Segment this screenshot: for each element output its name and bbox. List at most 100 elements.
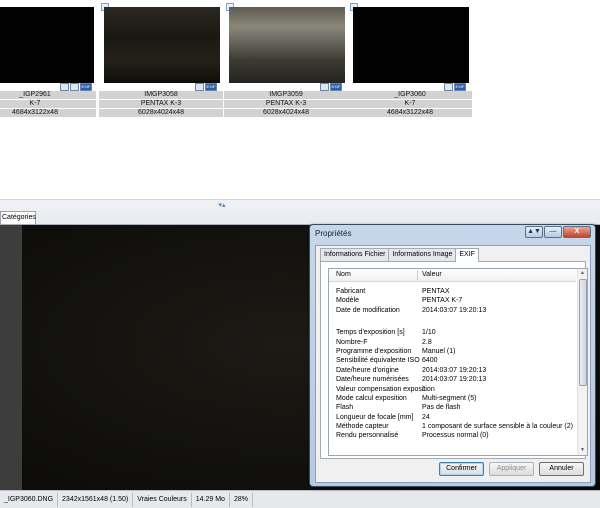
thumbnail-model: PENTAX K-3 — [224, 100, 348, 108]
dialog-title: Propriétés — [315, 229, 352, 238]
thumbnail-size: 4684x3122x48 — [348, 109, 472, 117]
scrollbar-thumb[interactable] — [579, 279, 587, 386]
properties-dialog: Propriétés ▲▼ — X Informations Fichier I… — [309, 224, 596, 487]
dialog-body: Informations Fichier Informations Image … — [315, 245, 591, 483]
exif-key: Date de modification — [336, 306, 400, 314]
restore-button[interactable]: ▲▼ — [525, 226, 543, 238]
exif-key: Fabricant — [336, 288, 366, 295]
thumbnail-image — [229, 7, 345, 83]
close-button[interactable]: X — [563, 226, 591, 238]
exif-value: Manuel (1) — [422, 347, 456, 355]
exif-value: 2014:03:07 19:20:13 — [422, 306, 487, 314]
exif-value: PENTAX — [422, 288, 450, 295]
thumbnail-name: IMGP3058 — [99, 91, 223, 99]
thumbnail-image — [353, 7, 469, 83]
exif-row[interactable]: Temps d'exposition [s] 1/10 — [329, 328, 576, 337]
exif-icon: EXIF — [454, 83, 466, 91]
status-color-mode: Vraies Couleurs — [133, 492, 192, 507]
exif-key: Modèle — [336, 297, 359, 305]
exif-row[interactable]: Date de modification 2014:03:07 19:20:13 — [329, 306, 576, 315]
thumbnail-model: K-7 — [0, 100, 96, 108]
thumbnail-image — [104, 7, 220, 83]
scroll-up-icon[interactable]: ▲ — [578, 269, 587, 278]
exif-row[interactable]: Longueur de focale [mm] 24 — [329, 413, 576, 422]
thumbnail-badges: EXIF — [444, 83, 466, 91]
tab-image-info[interactable]: Informations Image — [388, 248, 457, 261]
exif-value: 2014:03:07 19:20:13 — [422, 376, 487, 384]
exif-row[interactable]: Rendu personnalisé Processus normal (0) — [329, 431, 576, 440]
exif-key: Flash — [336, 404, 354, 412]
exif-icon: EXIF — [330, 83, 342, 91]
exif-key: Rendu personnalisé — [336, 432, 399, 440]
window-buttons: ▲▼ — X — [525, 226, 591, 238]
exif-key: Temps d'exposition [s] — [336, 329, 405, 337]
column-divider[interactable] — [417, 270, 418, 280]
thumbnail-badges: EXIF — [60, 83, 92, 91]
exif-row[interactable]: Flash Pas de flash — [329, 403, 576, 412]
tab-categories[interactable]: Catégories — [0, 211, 36, 224]
thumbnail-image — [0, 7, 94, 83]
exif-list[interactable]: Nom Valeur Fabricant PENTAX Modèle PENTAX K… — [328, 268, 588, 456]
exif-row[interactable]: Sensibilité équivalente ISO 6400 — [329, 356, 576, 365]
exif-row[interactable]: Mode calcul exposition Multi-segment (5) — [329, 394, 576, 403]
row-spacer — [329, 315, 576, 328]
exif-row[interactable]: Nombre-F 2.8 — [329, 338, 576, 347]
thumbnail-model: PENTAX K-3 — [99, 100, 223, 108]
exif-value: 2.8 — [422, 338, 432, 346]
exif-value: 1 composant de surface sensible à la cou… — [422, 423, 573, 431]
splitter-grip-icon[interactable]: ▾▴ — [214, 202, 230, 209]
status-bar: _IGP3060.DNG 2342x1561x48 (1.50) Vraies … — [0, 490, 600, 508]
exif-key: Méthode capteur — [336, 423, 389, 431]
exif-row[interactable]: Modèle PENTAX K-7 — [329, 296, 576, 305]
layer-icon — [320, 83, 329, 91]
exif-key: Valeur compensation exposition — [336, 385, 435, 393]
vertical-scrollbar[interactable]: ▲ ▼ — [577, 269, 587, 455]
preview-gutter — [0, 225, 22, 490]
thumbnail-name: IMGP3059 — [224, 91, 348, 99]
exif-row[interactable]: Date/heure d'origine 2014:03:07 19:20:13 — [329, 366, 576, 375]
exif-key: Mode calcul exposition — [336, 394, 407, 402]
exif-value: 1/10 — [422, 329, 436, 337]
exif-value: PENTAX K-7 — [422, 297, 463, 305]
layer-icon — [444, 83, 453, 91]
dialog-tabs: Informations Fichier Informations Image … — [320, 248, 479, 262]
list-header: Nom Valeur — [329, 269, 576, 282]
thumbnail-badges: EXIF — [195, 83, 217, 91]
thumbnail-badges: EXIF — [320, 83, 342, 91]
tab-file-info[interactable]: Informations Fichier — [320, 248, 390, 261]
exif-panel: Nom Valeur Fabricant PENTAX Modèle PENTAX K… — [320, 261, 588, 459]
exif-key: Programme d'exposition — [336, 347, 412, 355]
exif-row[interactable]: Méthode capteur 1 composant de surface se… — [329, 422, 576, 431]
column-header-name[interactable]: Nom — [336, 271, 351, 278]
exif-icon: EXIF — [80, 83, 92, 91]
status-filename: _IGP3060.DNG — [0, 492, 59, 507]
exif-key: Longueur de focale [mm] — [336, 413, 414, 421]
thumbnail-size: 6028x4024x48 — [99, 109, 223, 117]
layer-icon — [195, 83, 204, 91]
thumbnail-model: K-7 — [348, 100, 472, 108]
status-dimensions: 2342x1561x48 (1.50) — [58, 492, 134, 507]
column-header-value[interactable]: Valeur — [422, 271, 442, 278]
exif-value: Pas de flash — [422, 404, 461, 412]
minimize-button[interactable]: — — [544, 226, 562, 238]
exif-row[interactable]: Fabricant PENTAX — [329, 287, 576, 296]
exif-row[interactable]: Valeur compensation exposition 1 — [329, 385, 576, 394]
apply-button[interactable]: Appliquer — [489, 462, 534, 476]
status-zoom: 28% — [230, 492, 253, 507]
exif-value: 2014:03:07 19:20:13 — [422, 366, 487, 374]
exif-row[interactable]: Programme d'exposition Manuel (1) — [329, 347, 576, 356]
thumbnail-size: 4684x3122x48 — [0, 109, 96, 117]
bottom-tab-row: Catégories — [0, 211, 600, 225]
scroll-down-icon[interactable]: ▼ — [578, 446, 587, 455]
confirm-button[interactable]: Confirmer — [439, 462, 484, 476]
cancel-button[interactable]: Annuler — [539, 462, 584, 476]
exif-icon: EXIF — [205, 83, 217, 91]
exif-key: Sensibilité équivalente ISO — [336, 357, 420, 365]
exif-row[interactable]: Date/heure numérisées 2014:03:07 19:20:13 — [329, 375, 576, 384]
exif-value: 24 — [422, 413, 430, 421]
layer-icon — [60, 83, 69, 91]
dialog-titlebar[interactable]: Propriétés ▲▼ — X — [310, 225, 595, 242]
tab-exif[interactable]: EXIF — [455, 248, 479, 262]
thumbnail-size: 6028x4024x48 — [224, 109, 348, 117]
exif-value: 6400 — [422, 357, 438, 365]
